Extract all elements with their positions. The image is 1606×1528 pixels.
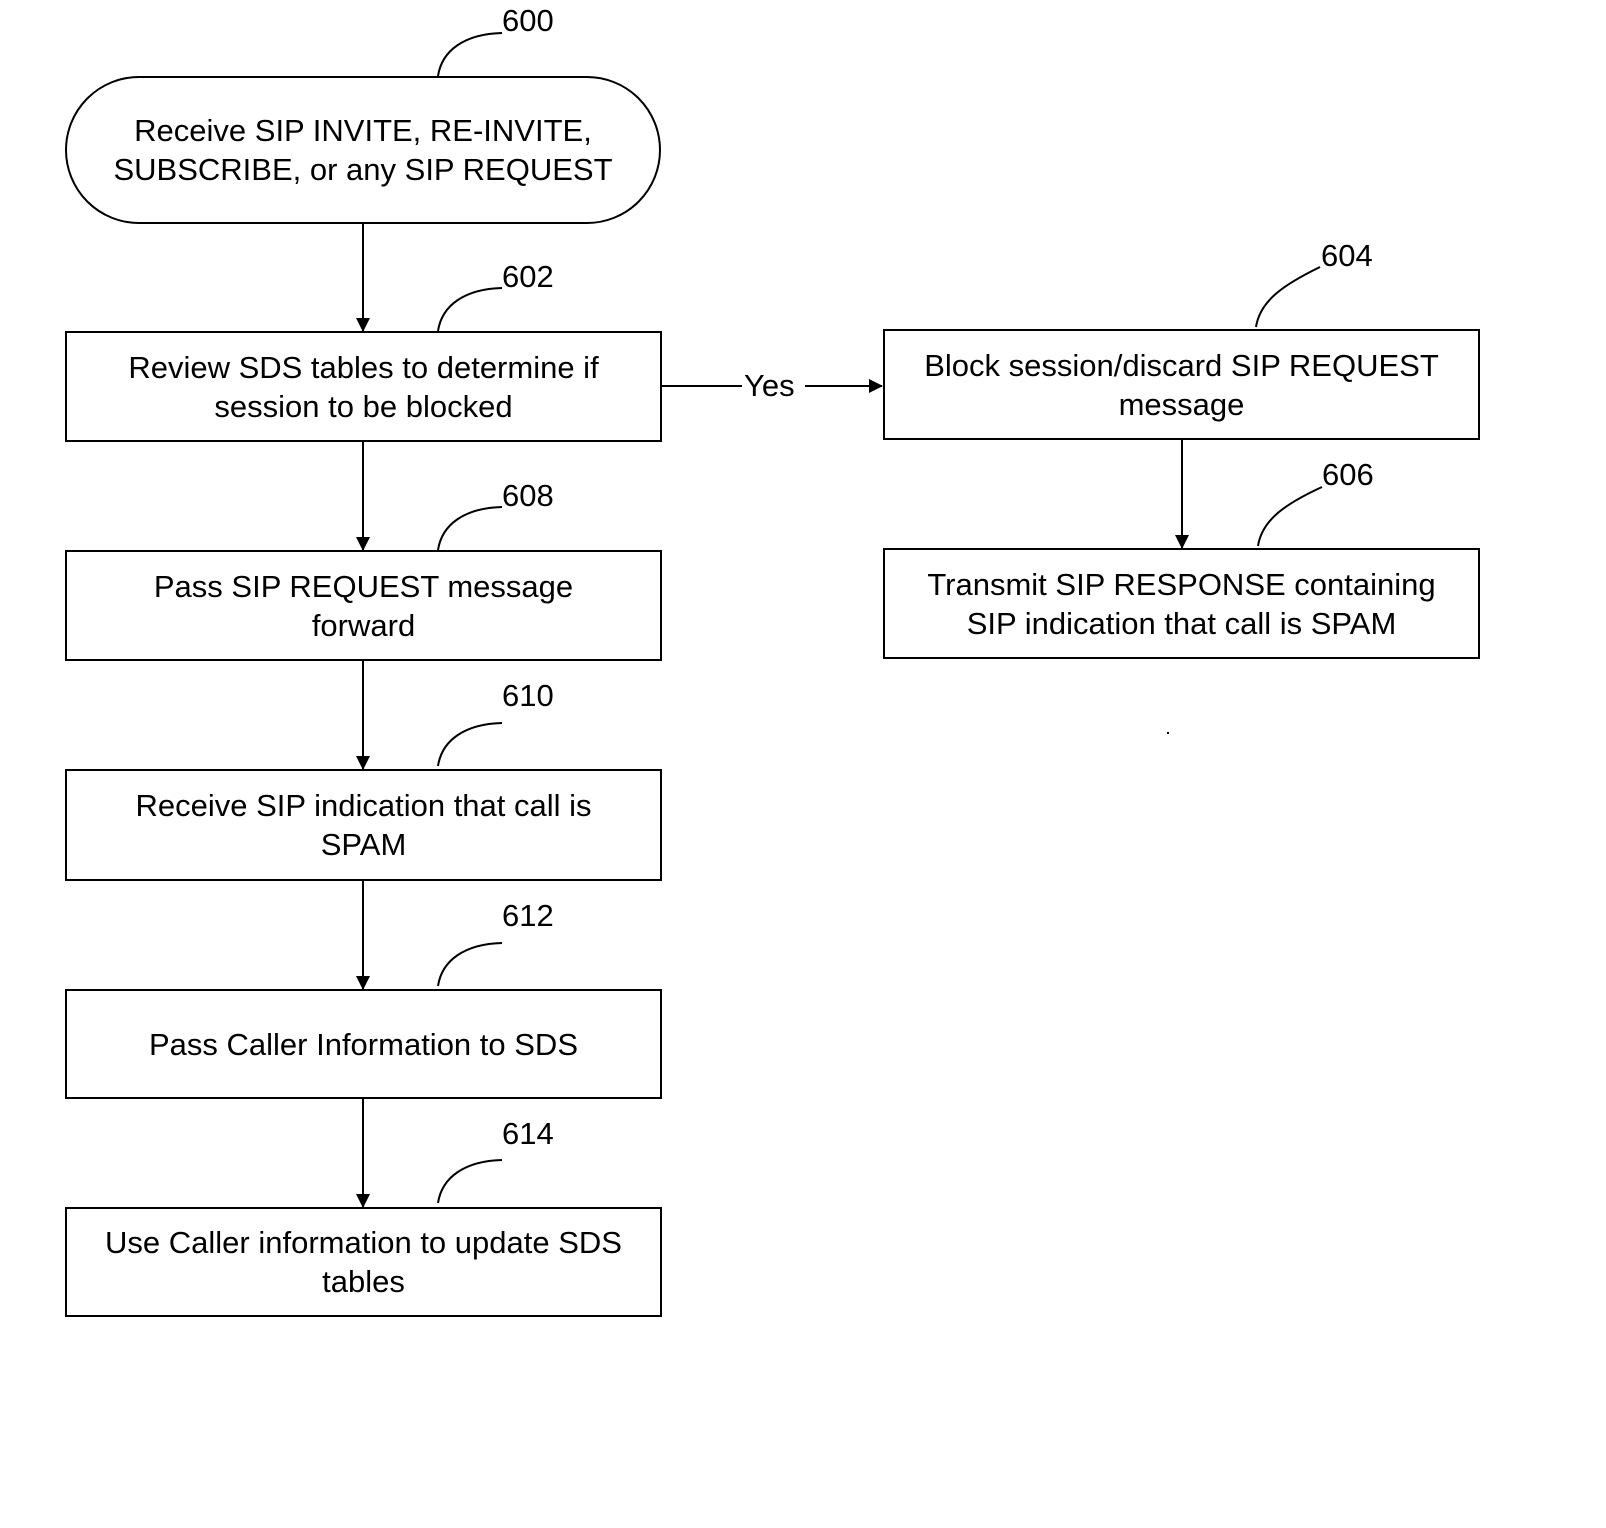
ref-610: 610 bbox=[502, 678, 554, 713]
node-614-update-sds: Use Caller information to update SDS tab… bbox=[65, 1207, 662, 1317]
leader-614 bbox=[437, 1159, 503, 1204]
stray-dot bbox=[1167, 732, 1169, 734]
leader-602 bbox=[437, 287, 503, 332]
node-612-pass-caller-info: Pass Caller Information to SDS bbox=[65, 989, 662, 1099]
ref-604: 604 bbox=[1321, 238, 1373, 273]
leader-608 bbox=[437, 506, 503, 551]
ref-614: 614 bbox=[502, 1116, 554, 1151]
node-610-receive-indication: Receive SIP indication that call is SPAM bbox=[65, 769, 662, 881]
node-612-text: Pass Caller Information to SDS bbox=[148, 1026, 578, 1062]
leader-610 bbox=[437, 722, 503, 767]
node-608-pass-request: Pass SIP REQUEST message forward bbox=[65, 550, 662, 661]
node-606-text: Transmit SIP RESPONSE containing SIP ind… bbox=[927, 566, 1436, 641]
ref-612: 612 bbox=[502, 898, 554, 933]
node-606-transmit-response: Transmit SIP RESPONSE containing SIP ind… bbox=[883, 548, 1480, 659]
node-602-review-sds: Review SDS tables to determine if sessio… bbox=[65, 331, 662, 442]
node-604-block-session: Block session/discard SIP REQUEST messag… bbox=[883, 329, 1480, 440]
leader-606 bbox=[1257, 486, 1323, 547]
flowchart: Receive SIP INVITE, RE-INVITE, SUBSCRIBE… bbox=[0, 0, 1606, 1528]
leader-604 bbox=[1255, 266, 1321, 328]
ref-602: 602 bbox=[502, 259, 554, 294]
ref-608: 608 bbox=[502, 478, 554, 513]
node-600-start: Receive SIP INVITE, RE-INVITE, SUBSCRIBE… bbox=[65, 76, 661, 224]
node-608-text: Pass SIP REQUEST message forward bbox=[153, 568, 574, 643]
ref-606: 606 bbox=[1322, 457, 1374, 492]
node-614-text: Use Caller information to update SDS tab… bbox=[105, 1225, 622, 1299]
ref-600: 600 bbox=[502, 3, 554, 38]
node-610-text: Receive SIP indication that call is SPAM bbox=[135, 788, 592, 862]
node-604-text: Block session/discard SIP REQUEST messag… bbox=[924, 347, 1439, 422]
leader-612 bbox=[437, 942, 503, 987]
edge-label-yes: Yes bbox=[742, 368, 797, 403]
node-600-text: Receive SIP INVITE, RE-INVITE, SUBSCRIBE… bbox=[113, 113, 613, 187]
leader-600 bbox=[437, 32, 503, 77]
node-602-text: Review SDS tables to determine if sessio… bbox=[128, 349, 599, 424]
